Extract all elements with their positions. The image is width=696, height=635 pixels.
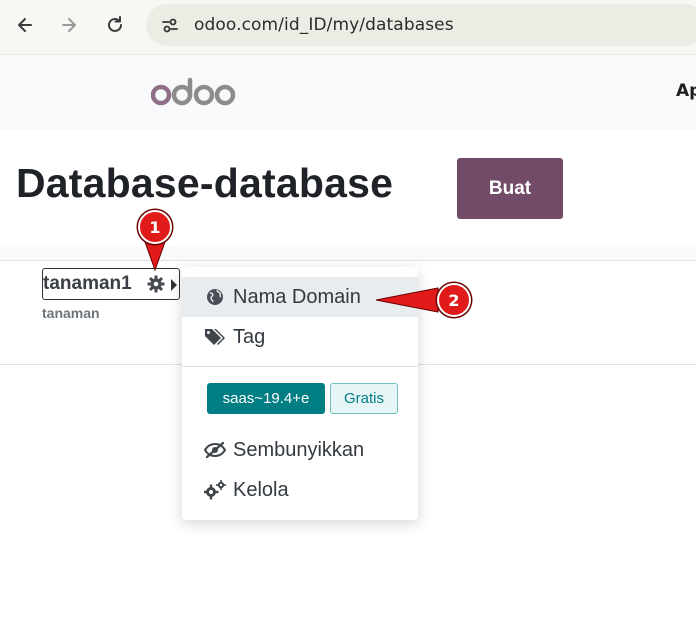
cogs-icon <box>204 480 226 500</box>
database-dropdown-toggle[interactable]: tanaman1 <box>42 268 180 300</box>
odoo-logo-mark <box>150 77 236 106</box>
plan-badge: Gratis <box>330 383 398 414</box>
menu-item-manage[interactable]: Kelola <box>182 470 418 510</box>
callout-1-badge: 1 <box>138 210 172 244</box>
menu-item-label: Nama Domain <box>233 285 361 308</box>
database-name: tanaman1 <box>43 273 132 294</box>
site-info-icon[interactable] <box>160 15 180 35</box>
callout-2-badge: 2 <box>437 283 471 317</box>
eye-slash-icon <box>204 440 226 460</box>
tags-icon <box>204 327 226 347</box>
menu-item-domain-name[interactable]: Nama Domain <box>182 277 418 317</box>
gear-icon <box>147 275 165 293</box>
page-title: Database-database <box>16 160 394 206</box>
list-band <box>0 247 696 260</box>
forward-arrow-icon[interactable] <box>57 13 81 37</box>
divider <box>0 260 696 261</box>
reload-icon[interactable] <box>103 13 127 37</box>
menu-item-label: Kelola <box>233 478 289 501</box>
create-database-button[interactable]: Buat <box>457 158 563 219</box>
database-subdomain: tanaman <box>42 305 100 321</box>
menu-item-tag[interactable]: Tag <box>182 317 418 357</box>
menu-divider <box>182 366 418 367</box>
database-dropdown-menu: Nama Domain Tag saas~19.4+e Gratis Sembu… <box>182 267 418 520</box>
back-arrow-icon[interactable] <box>13 13 37 37</box>
site-header <box>0 55 696 130</box>
browser-toolbar: odoo.com/id_ID/my/databases <box>0 0 696 55</box>
url-text[interactable]: odoo.com/id_ID/my/databases <box>194 15 454 35</box>
globe-icon <box>204 287 226 307</box>
menu-item-hide[interactable]: Sembunyikkan <box>182 430 418 470</box>
menu-item-label: Sembunyikkan <box>233 438 365 461</box>
menu-item-label: Tag <box>233 325 266 348</box>
address-bar[interactable]: odoo.com/id_ID/my/databases <box>146 4 696 46</box>
nav-apps-link[interactable]: Ap <box>676 81 696 101</box>
odoo-logo[interactable] <box>150 77 237 107</box>
version-badge: saas~19.4+e <box>207 383 325 414</box>
caret-right-icon <box>171 279 177 291</box>
